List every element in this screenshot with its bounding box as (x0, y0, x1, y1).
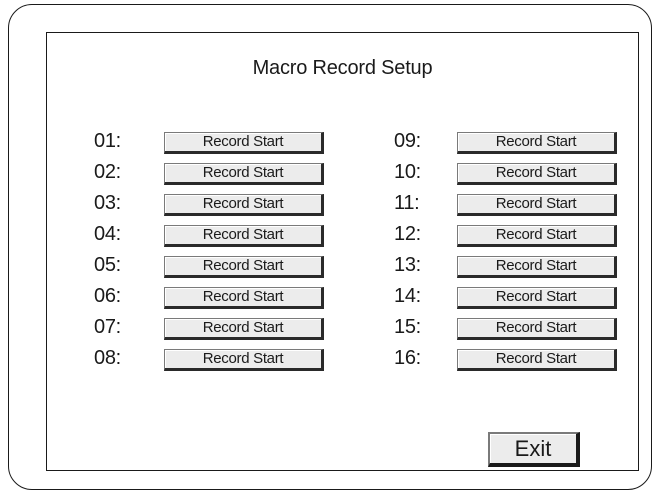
macro-number-label: 08: (94, 347, 121, 369)
macro-record-setup-dialog: Macro Record Setup 01: Record Start 02: … (46, 32, 639, 471)
record-start-button-13[interactable]: Record Start (457, 256, 617, 278)
record-start-button-01[interactable]: Record Start (164, 132, 324, 154)
record-start-button-09[interactable]: Record Start (457, 132, 617, 154)
macro-number-label: 15: (394, 316, 421, 338)
record-start-button-16[interactable]: Record Start (457, 349, 617, 371)
record-start-button-12[interactable]: Record Start (457, 225, 617, 247)
macro-number-label: 16: (394, 347, 421, 369)
record-start-button-06[interactable]: Record Start (164, 287, 324, 309)
record-start-button-05[interactable]: Record Start (164, 256, 324, 278)
exit-button[interactable]: Exit (488, 432, 580, 467)
macro-number-label: 07: (94, 316, 121, 338)
macro-number-label: 04: (94, 223, 121, 245)
record-start-button-07[interactable]: Record Start (164, 318, 324, 340)
macro-number-label: 12: (394, 223, 421, 245)
macro-number-label: 01: (94, 130, 121, 152)
record-start-button-10[interactable]: Record Start (457, 163, 617, 185)
macro-number-label: 09: (394, 130, 421, 152)
macro-number-label: 03: (94, 192, 121, 214)
dialog-title: Macro Record Setup (252, 57, 433, 79)
record-start-button-15[interactable]: Record Start (457, 318, 617, 340)
macro-number-label: 06: (94, 285, 121, 307)
macro-number-label: 11: (394, 192, 420, 214)
macro-number-label: 05: (94, 254, 121, 276)
macro-number-label: 02: (94, 161, 121, 183)
record-start-button-03[interactable]: Record Start (164, 194, 324, 216)
device-frame: Macro Record Setup 01: Record Start 02: … (8, 4, 652, 490)
record-start-button-08[interactable]: Record Start (164, 349, 324, 371)
macro-number-label: 13: (394, 254, 421, 276)
macro-number-label: 14: (394, 285, 421, 307)
record-start-button-02[interactable]: Record Start (164, 163, 324, 185)
macro-number-label: 10: (394, 161, 421, 183)
record-start-button-14[interactable]: Record Start (457, 287, 617, 309)
record-start-button-04[interactable]: Record Start (164, 225, 324, 247)
record-start-button-11[interactable]: Record Start (457, 194, 617, 216)
